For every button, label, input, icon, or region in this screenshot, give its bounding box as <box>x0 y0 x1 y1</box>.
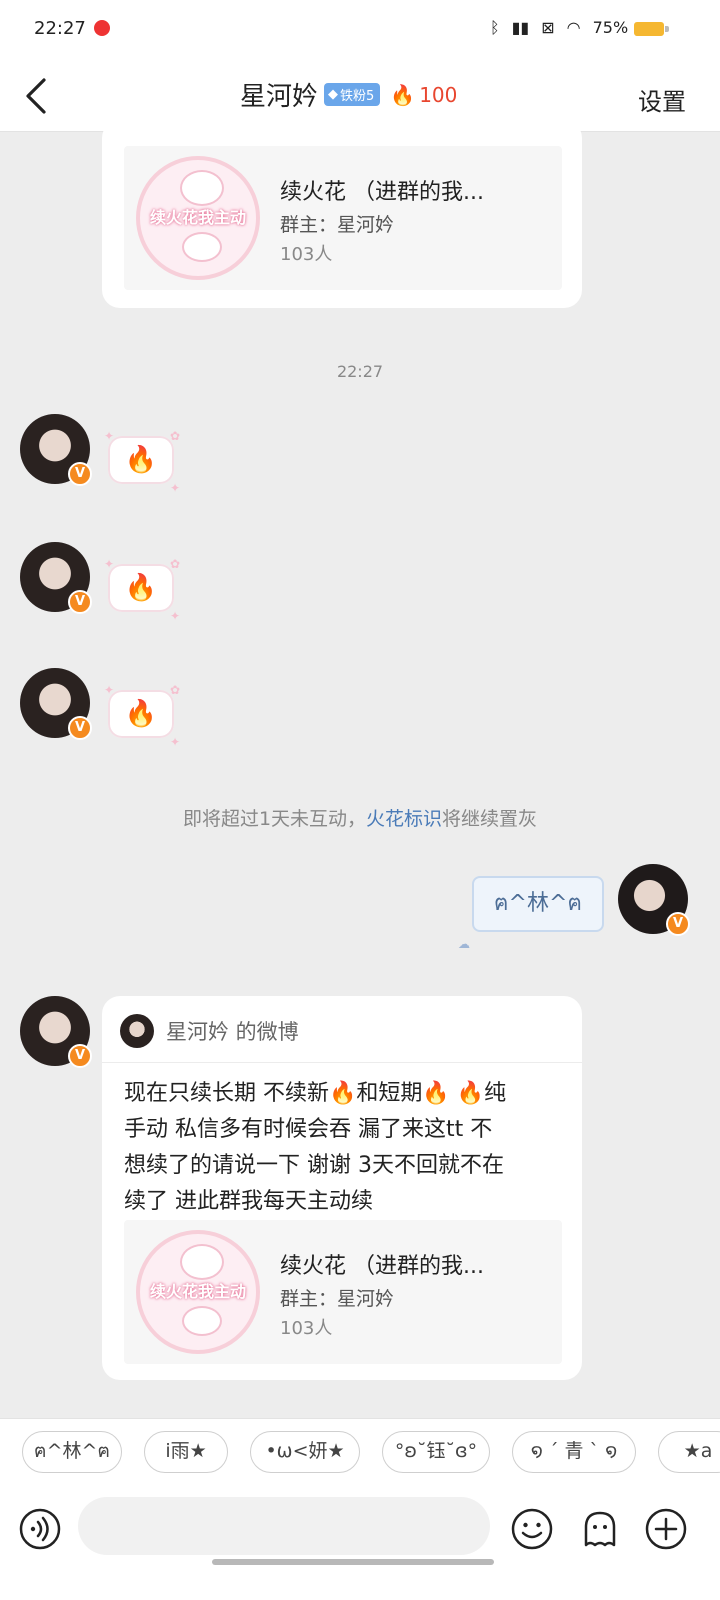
bunny-decoration <box>180 170 224 206</box>
battery-tip <box>665 26 669 32</box>
input-bar: ฅ^林^ฅ i雨★ •ω<妍★ °ʚ˘钰˘ɞ° ໑ ´ 青 ` ໑ ★a <box>0 1418 720 1600</box>
share-text-line: 现在只续长期 不续新🔥和短期🔥 🔥纯 <box>124 1081 507 1106</box>
group-name: 续火花 （进群的我... <box>280 1254 484 1279</box>
group-share-card-top[interactable]: 续火花我主动 续火花 （进群的我... 群主：星河妗 103人 <box>102 120 582 308</box>
flame-count[interactable]: 🔥 100 <box>390 83 457 107</box>
page-title: 星河妗 <box>240 82 319 112</box>
battery-icon <box>634 22 664 36</box>
weibo-share-card[interactable]: 星河妗 的微博 现在只续长期 不续新🔥和短期🔥 🔥纯 手动 私信多有时候会吞 漏… <box>102 996 582 1380</box>
nfc-icon: ⊠ <box>541 18 555 37</box>
verified-icon: V <box>68 716 92 740</box>
notice-text: 即将超过1天未互动， <box>182 808 367 830</box>
message-timestamp: 22:27 <box>336 362 384 381</box>
quick-reply-chip[interactable]: ฅ^林^ฅ <box>22 1431 122 1473</box>
wifi-icon: ◠ <box>566 18 581 37</box>
chevron-left-icon[interactable] <box>20 76 52 116</box>
flame-icon: 🔥 <box>124 445 158 475</box>
sticker-icon[interactable] <box>578 1507 622 1551</box>
bunny-decoration <box>182 1306 222 1336</box>
quick-reply-chip[interactable]: ໑ ´ 青 ` ໑ <box>512 1431 636 1473</box>
avatar[interactable]: V <box>20 996 92 1068</box>
cloud-decoration-icon: ☁ <box>458 937 470 951</box>
source-avatar <box>120 1014 154 1048</box>
group-card[interactable]: 续火花我主动 续火花 （进群的我... 群主：星河妗 103人 <box>124 1220 562 1364</box>
bunny-decoration <box>182 232 222 262</box>
sparkle-icon: ✦ <box>169 735 180 749</box>
fan-badge-label: 铁粉5 <box>340 89 375 104</box>
home-indicator <box>212 1559 494 1565</box>
bluetooth-icon: ᛒ <box>490 18 500 37</box>
group-owner: 群主：星河妗 <box>280 214 395 236</box>
flame-icon: 🔥 <box>390 82 416 107</box>
sparkle-icon: ✿ <box>169 683 180 697</box>
avatar[interactable]: V <box>20 414 92 486</box>
group-owner: 群主：星河妗 <box>280 1288 395 1310</box>
message-input[interactable] <box>78 1497 490 1555</box>
sparkle-icon: ✦ <box>104 557 115 571</box>
flame-count-value: 100 <box>419 82 458 107</box>
sparkle-icon: ✿ <box>169 429 180 443</box>
signal-icon: ▮▮ <box>511 18 530 37</box>
flame-icon: 🔥 <box>124 699 158 729</box>
status-icons: ᛒ ▮▮ ⊠ ◠ 75% <box>490 18 628 37</box>
divider <box>102 1062 582 1063</box>
group-logo: 续火花我主动 <box>136 1230 260 1354</box>
quick-reply-chip[interactable]: i雨★ <box>144 1431 228 1473</box>
flame-sticker-message[interactable]: 🔥 ✦ ✿ ✦ <box>104 558 180 622</box>
group-card[interactable]: 续火花我主动 续火花 （进群的我... 群主：星河妗 103人 <box>124 146 562 290</box>
bunny-decoration <box>180 1244 224 1280</box>
sparkle-icon: ✦ <box>104 429 115 443</box>
voice-icon[interactable] <box>18 1507 62 1551</box>
outgoing-message[interactable]: ฅ^林^ฅ ☁ <box>458 876 604 950</box>
sparkle-icon: ✿ <box>169 557 180 571</box>
verified-icon: V <box>666 912 690 936</box>
title-group: 星河妗 ◆ 铁粉5 🔥 100 <box>240 76 457 113</box>
share-text-line: 续了 进此群我每天主动续 <box>124 1189 373 1214</box>
group-member-count: 103人 <box>280 1318 333 1339</box>
avatar[interactable]: V <box>20 542 92 614</box>
flame-sticker-message[interactable]: 🔥 ✦ ✿ ✦ <box>104 684 180 748</box>
my-avatar[interactable]: V <box>618 864 690 936</box>
quick-reply-chip[interactable]: °ʚ˘钰˘ɞ° <box>382 1431 490 1473</box>
share-source: 星河妗 的微博 <box>166 1020 299 1044</box>
status-bar: 22:27 ᛒ ▮▮ ⊠ ◠ 75% <box>0 0 720 58</box>
emoji-icon[interactable] <box>510 1507 554 1551</box>
flame-expiry-notice: 即将超过1天未互动，火花标识将继续置灰 <box>0 804 720 831</box>
share-text-line: 想续了的请说一下 谢谢 3天不回就不在 <box>124 1153 504 1178</box>
plus-icon[interactable] <box>644 1507 688 1551</box>
verified-icon: V <box>68 1044 92 1068</box>
group-logo: 续火花我主动 <box>136 156 260 280</box>
quick-reply-chips: ฅ^林^ฅ i雨★ •ω<妍★ °ʚ˘钰˘ɞ° ໑ ´ 青 ` ໑ ★a <box>0 1431 720 1473</box>
flame-mark-link[interactable]: 火花标识 <box>366 808 442 830</box>
verified-icon: V <box>68 590 92 614</box>
avatar[interactable]: V <box>20 668 92 740</box>
notice-text: 将继续置灰 <box>442 808 538 830</box>
fan-level-badge[interactable]: ◆ 铁粉5 <box>324 83 381 106</box>
status-time: 22:27 <box>34 18 86 39</box>
settings-button[interactable]: 设置 <box>638 82 686 117</box>
quick-reply-chip[interactable]: ★a <box>658 1431 720 1473</box>
message-text: ฅ^林^ฅ <box>493 891 583 916</box>
sparkle-icon: ✦ <box>169 481 180 495</box>
group-logo-text: 续火花我主动 <box>149 1282 246 1301</box>
share-text-line: 手动 私信多有时候会吞 漏了来这tt 不 <box>124 1117 493 1142</box>
diamond-icon: ◆ <box>328 87 339 102</box>
flame-sticker-message[interactable]: 🔥 ✦ ✿ ✦ <box>104 430 180 494</box>
group-name: 续火花 （进群的我... <box>280 180 484 205</box>
share-text: 现在只续长期 不续新🔥和短期🔥 🔥纯 手动 私信多有时候会吞 漏了来这tt 不 … <box>124 1076 570 1220</box>
notification-icon <box>94 20 110 36</box>
battery-percent: 75% <box>592 18 629 37</box>
quick-reply-chip[interactable]: •ω<妍★ <box>250 1431 360 1473</box>
verified-icon: V <box>68 462 92 486</box>
group-logo-text: 续火花我主动 <box>149 208 246 227</box>
group-member-count: 103人 <box>280 244 333 265</box>
flame-icon: 🔥 <box>124 573 158 603</box>
sparkle-icon: ✦ <box>169 609 180 623</box>
sparkle-icon: ✦ <box>104 683 115 697</box>
